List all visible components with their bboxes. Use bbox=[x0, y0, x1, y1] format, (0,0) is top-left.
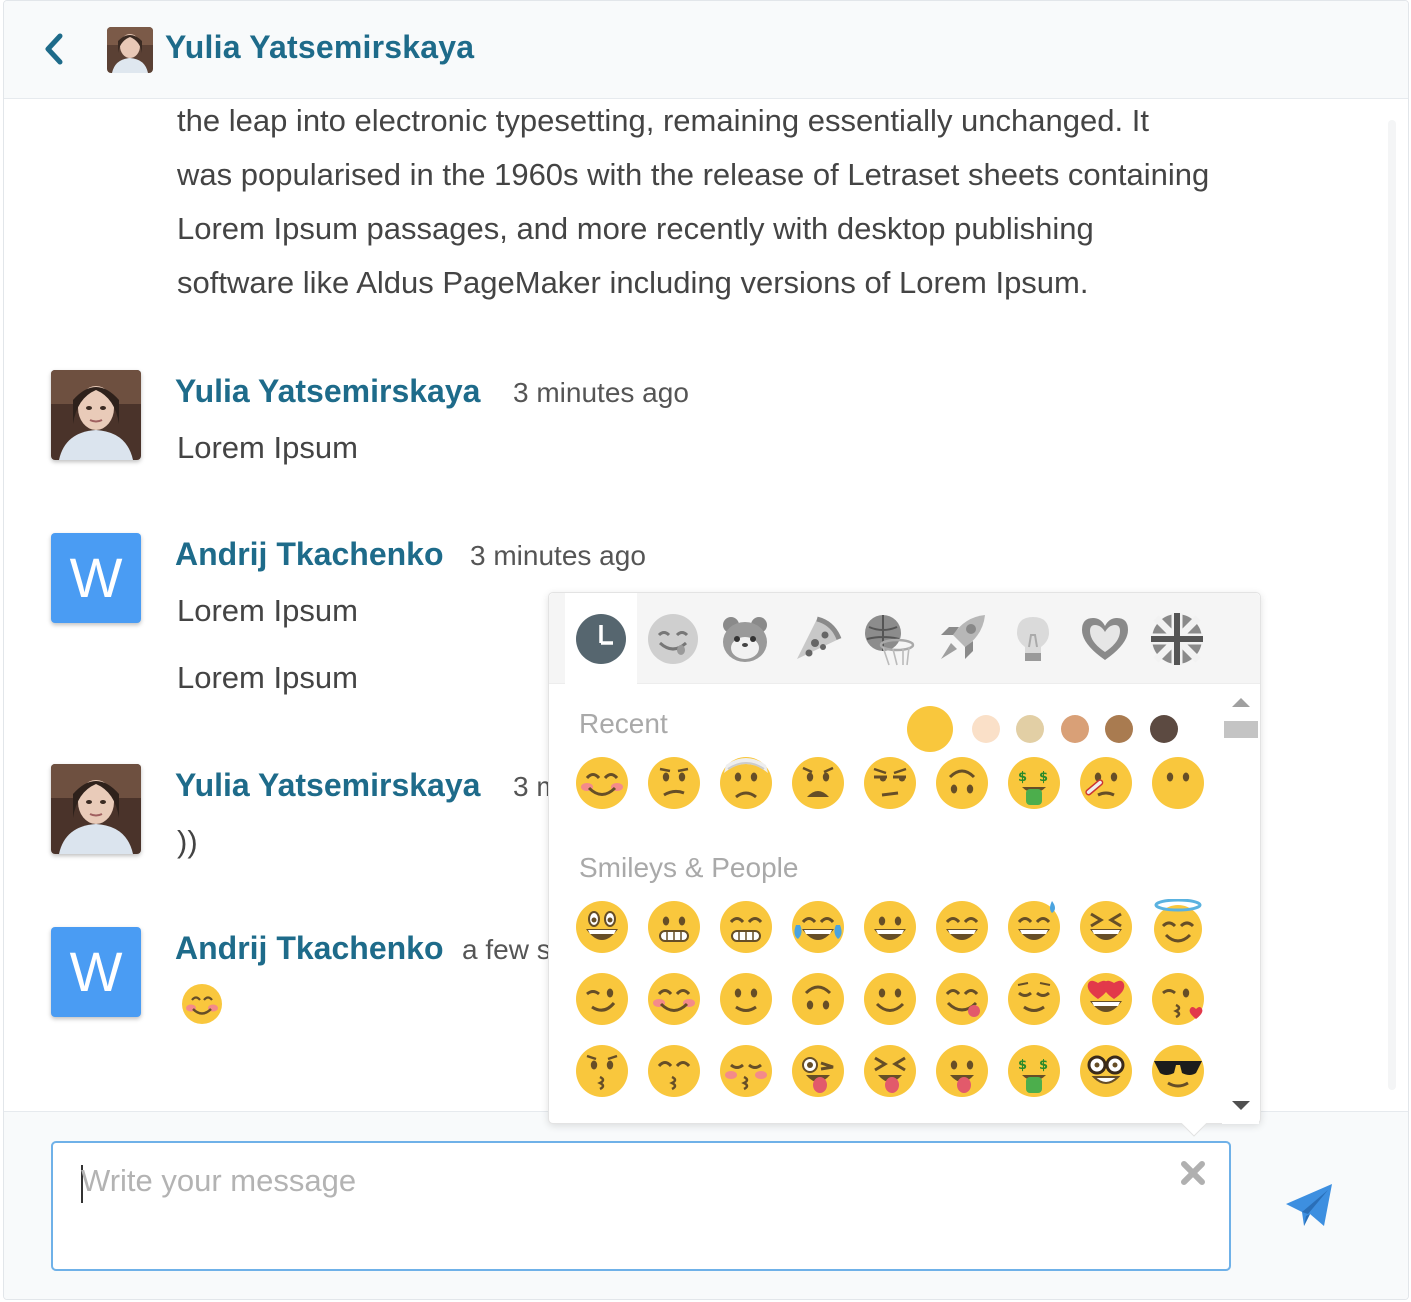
emoji-sunglasses-icon[interactable] bbox=[1150, 1043, 1206, 1099]
emoji-blush-icon[interactable] bbox=[646, 971, 702, 1027]
message-author[interactable]: Andrij Tkachenko bbox=[175, 930, 444, 967]
emoji-head-bandage-icon[interactable] bbox=[718, 755, 774, 811]
message-list-scrollbar[interactable] bbox=[1388, 120, 1396, 1090]
svg-text:$: $ bbox=[1039, 770, 1048, 785]
emoji-relieved-icon[interactable] bbox=[1006, 971, 1062, 1027]
emoji-kissing-smiling-icon[interactable] bbox=[646, 1043, 702, 1099]
emoji-upside-down-icon[interactable] bbox=[934, 755, 990, 811]
flags-icon[interactable] bbox=[1141, 593, 1213, 684]
contact-avatar[interactable] bbox=[107, 27, 153, 73]
scroll-up-arrow-icon[interactable] bbox=[1232, 698, 1250, 707]
emoji-sweat-smile-icon[interactable] bbox=[1006, 899, 1062, 955]
emoji-joy-icon[interactable] bbox=[790, 899, 846, 955]
objects-icon[interactable] bbox=[997, 593, 1069, 684]
emoji-money-mouth-icon[interactable]: $ $ bbox=[1006, 755, 1062, 811]
message-time: 3 minutes ago bbox=[513, 377, 689, 408]
back-chevron-icon[interactable] bbox=[38, 31, 72, 67]
emoji-category-tabs bbox=[549, 593, 1260, 684]
message-line: was popularised in the 1960s with the re… bbox=[177, 157, 1210, 192]
emoji-squinting-tongue-icon[interactable] bbox=[862, 1043, 918, 1099]
message-composer: Write your message bbox=[4, 1111, 1408, 1299]
emoji-frowning-icon[interactable] bbox=[790, 755, 846, 811]
skin-tone-4[interactable] bbox=[1061, 715, 1089, 743]
skin-tone-3[interactable] bbox=[1016, 715, 1044, 743]
travel-icon[interactable] bbox=[925, 593, 997, 684]
avatar[interactable]: W bbox=[51, 927, 141, 1017]
emoji-grinning-big-icon[interactable] bbox=[574, 899, 630, 955]
emoji-slight-smile-icon[interactable] bbox=[718, 971, 774, 1027]
emoji-innocent-icon[interactable] bbox=[1150, 898, 1206, 955]
emoji-grin-icon[interactable] bbox=[718, 899, 774, 955]
message-input-placeholder: Write your message bbox=[81, 1163, 357, 1198]
symbols-icon[interactable] bbox=[1069, 593, 1141, 684]
emoji-wink-icon[interactable] bbox=[574, 971, 630, 1027]
message-line: software like Aldus PageMaker including … bbox=[177, 265, 1089, 300]
emoji-tongue-icon[interactable] bbox=[934, 1043, 990, 1099]
emoji-unamused-icon[interactable] bbox=[862, 755, 918, 811]
avatar[interactable] bbox=[51, 764, 141, 854]
category-label-recent: Recent bbox=[579, 708, 668, 739]
message-body: )) bbox=[177, 824, 198, 859]
emoji-kissing-icon[interactable] bbox=[574, 1043, 630, 1099]
emoji-smiley-icon[interactable] bbox=[862, 899, 918, 955]
clock-icon[interactable] bbox=[565, 593, 637, 684]
close-icon[interactable] bbox=[1179, 1159, 1207, 1187]
smiley-icon[interactable] bbox=[637, 593, 709, 684]
chat-header: Yulia Yatsemirskaya bbox=[4, 1, 1408, 99]
emoji-yum-icon[interactable] bbox=[934, 971, 990, 1027]
message-body: Lorem Ipsum bbox=[177, 660, 358, 695]
emoji-grimacing-icon[interactable] bbox=[646, 899, 702, 955]
send-icon[interactable] bbox=[1284, 1182, 1336, 1230]
message-line: the leap into electronic typesetting, re… bbox=[177, 103, 1149, 138]
skin-tone-2[interactable] bbox=[972, 715, 1000, 743]
emoji-laughing-icon[interactable] bbox=[1078, 899, 1134, 955]
emoji-kissing-closed-icon[interactable] bbox=[718, 1043, 774, 1099]
emoji-thermometer-icon[interactable] bbox=[1078, 755, 1134, 811]
emoji-winking-tongue-icon[interactable] bbox=[790, 1043, 846, 1099]
activity-icon[interactable] bbox=[853, 593, 925, 684]
skin-tone-6[interactable] bbox=[1150, 715, 1178, 743]
picker-pointer bbox=[1178, 1121, 1210, 1138]
emoji-kissing-heart-icon[interactable] bbox=[1150, 971, 1206, 1027]
emoji-heart-eyes-icon[interactable] bbox=[1078, 971, 1134, 1027]
scroll-down-arrow-icon[interactable] bbox=[1232, 1101, 1250, 1110]
emoji-smile-icon[interactable] bbox=[934, 899, 990, 955]
category-label-smileys: Smileys & People bbox=[579, 852, 799, 883]
emoji-no-mouth-icon[interactable] bbox=[1150, 755, 1206, 811]
message-line: Lorem Ipsum passages, and more recently … bbox=[177, 211, 1094, 246]
emoji-money-mouth-icon[interactable]: $ $ bbox=[1006, 1043, 1062, 1099]
food-icon[interactable] bbox=[781, 593, 853, 684]
contact-name[interactable]: Yulia Yatsemirskaya bbox=[165, 29, 474, 66]
skin-tone-1[interactable] bbox=[907, 706, 953, 752]
avatar[interactable] bbox=[51, 370, 141, 460]
svg-text:$: $ bbox=[1018, 770, 1027, 785]
emoji-upside-down-icon[interactable] bbox=[790, 971, 846, 1027]
skin-tone-5[interactable] bbox=[1105, 715, 1133, 743]
emoji-nerd-icon[interactable] bbox=[1078, 1043, 1134, 1099]
message-body: Lorem Ipsum bbox=[177, 593, 358, 628]
message-author[interactable]: Yulia Yatsemirskaya bbox=[175, 767, 480, 804]
emoji-smile-open-icon[interactable] bbox=[862, 971, 918, 1027]
scroll-thumb[interactable] bbox=[1224, 721, 1258, 738]
message-body: Lorem Ipsum bbox=[177, 430, 358, 465]
message-author[interactable]: Yulia Yatsemirskaya bbox=[175, 373, 480, 410]
emoji-blush-icon[interactable] bbox=[574, 755, 630, 811]
avatar[interactable]: W bbox=[51, 533, 141, 623]
emoji-list-scrollbar[interactable] bbox=[1222, 684, 1259, 1124]
svg-text:$: $ bbox=[1018, 1058, 1027, 1073]
svg-text:$: $ bbox=[1039, 1058, 1048, 1073]
smiling-emoji-icon bbox=[180, 982, 224, 1026]
emoji-confused-icon[interactable] bbox=[646, 755, 702, 811]
long-message-text: the leap into electronic typesetting, re… bbox=[177, 100, 1297, 310]
emoji-picker: Recent $ $ Smileys & People $ $ bbox=[548, 592, 1261, 1124]
animal-icon[interactable] bbox=[709, 593, 781, 684]
message-time: 3 minutes ago bbox=[470, 540, 646, 571]
emoji-list: Recent $ $ Smileys & People $ $ bbox=[549, 684, 1221, 1124]
message-author[interactable]: Andrij Tkachenko bbox=[175, 536, 444, 573]
message-input[interactable]: Write your message bbox=[51, 1141, 1231, 1271]
